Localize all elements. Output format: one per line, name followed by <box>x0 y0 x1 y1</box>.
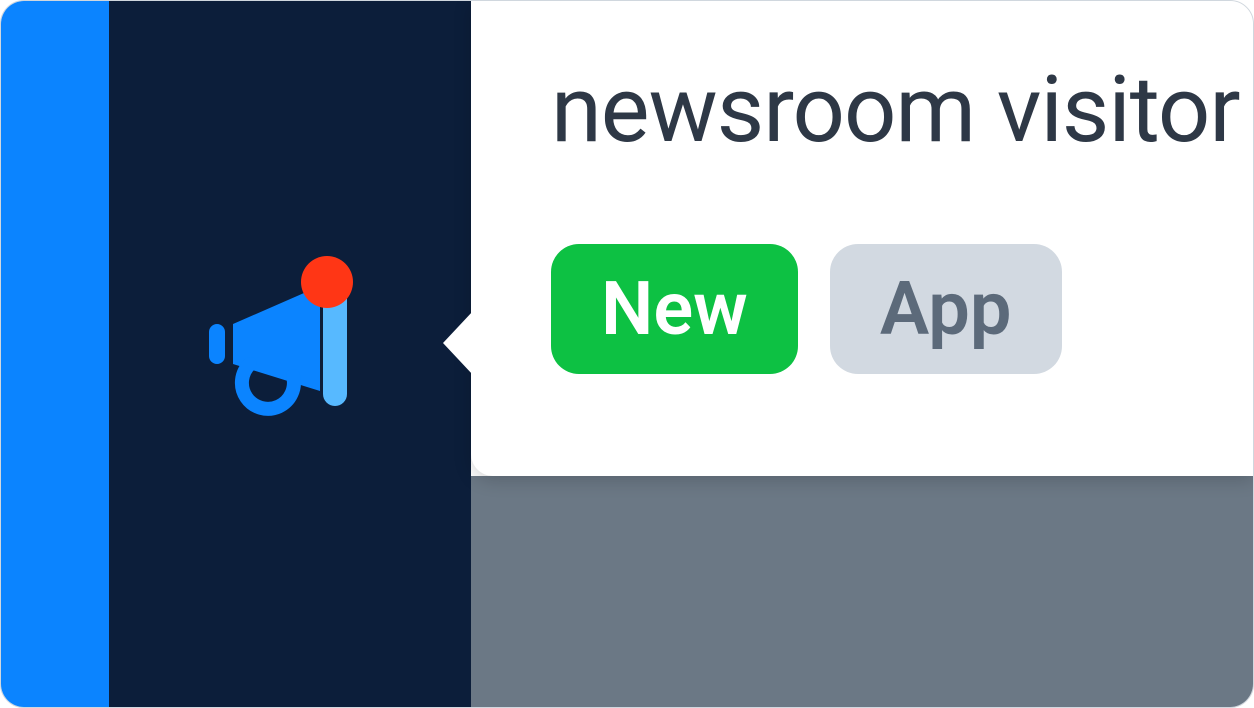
rail-strip <box>1 1 109 707</box>
content-background <box>471 476 1253 707</box>
new-badge[interactable]: New <box>551 244 798 374</box>
app-frame: newsroom visitor New App <box>0 0 1254 708</box>
notification-dot-icon <box>301 256 353 308</box>
sidebar <box>109 1 471 707</box>
badge-row: New App <box>551 244 1253 374</box>
popover-arrow <box>443 311 473 375</box>
popover-title: newsroom visitor <box>551 57 1253 164</box>
announcement-popover: newsroom visitor New App <box>471 1 1253 476</box>
announcements-nav-item[interactable] <box>205 266 375 416</box>
app-badge[interactable]: App <box>830 244 1062 374</box>
main-area: newsroom visitor New App <box>471 1 1253 707</box>
